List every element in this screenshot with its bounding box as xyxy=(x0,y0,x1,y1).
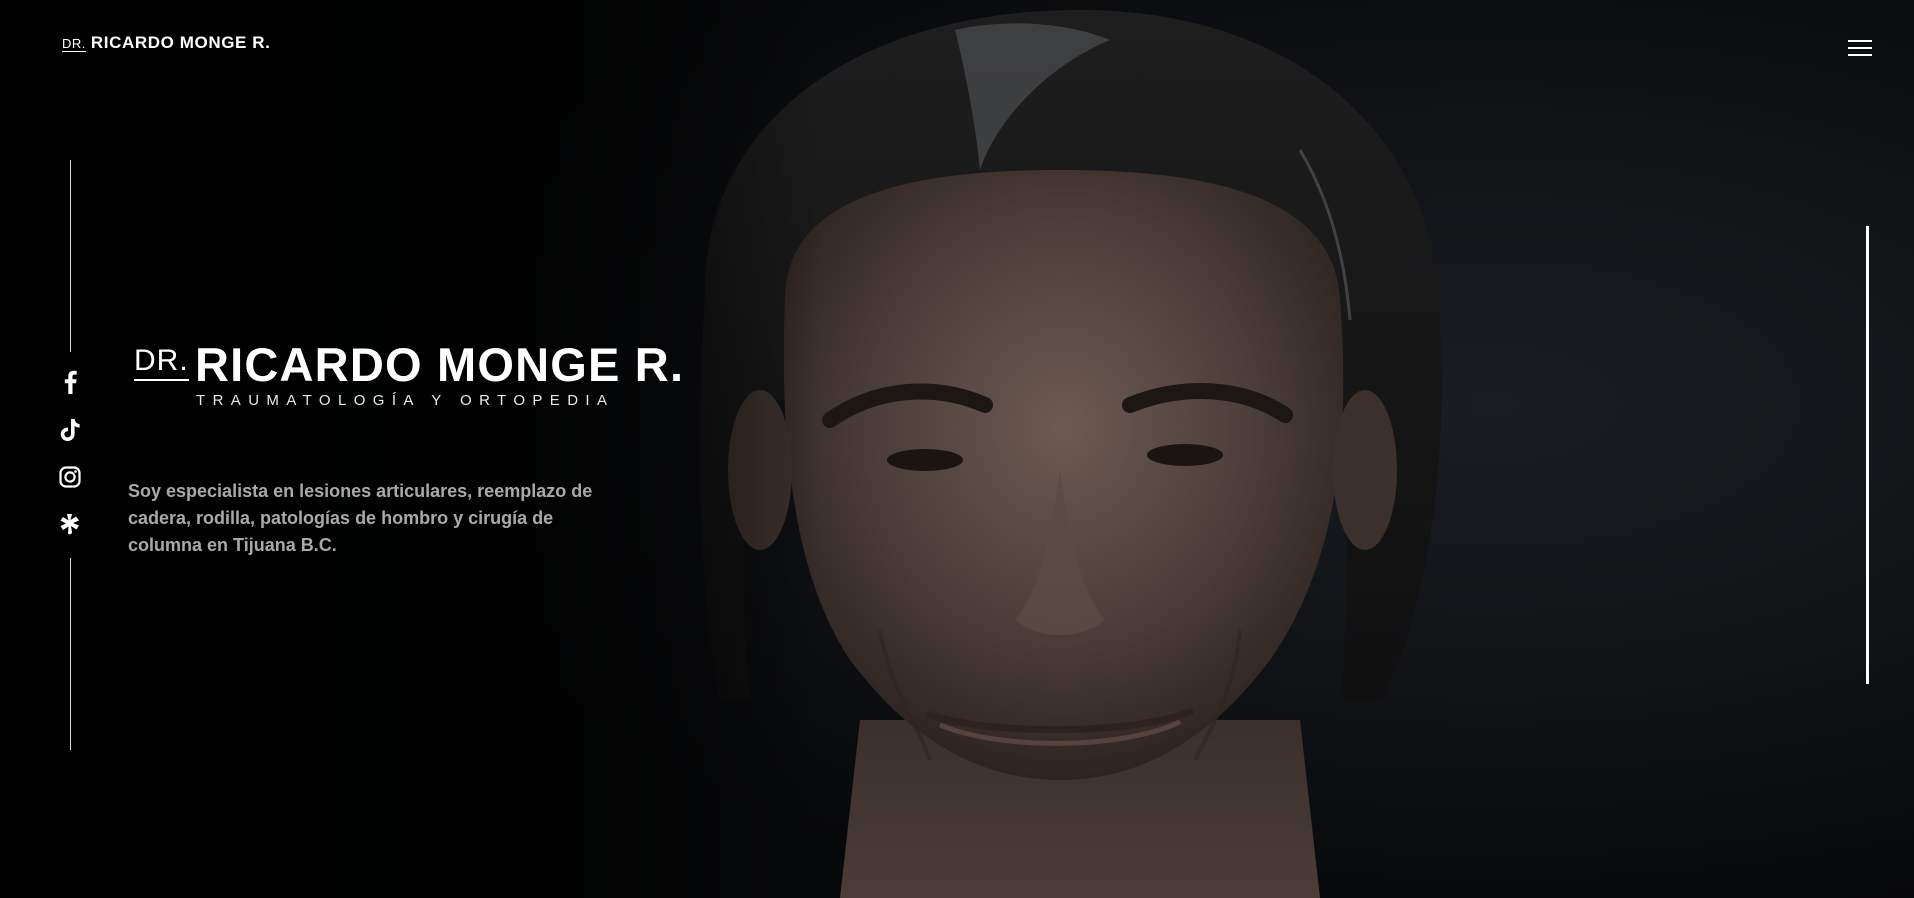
hero-intro-text: Soy especialista en lesiones articulares… xyxy=(128,481,593,555)
instagram-icon xyxy=(59,466,81,488)
header-logo[interactable]: DR. RICARDO MONGE R. xyxy=(62,34,271,52)
hero-title-name: RICARDO MONGE R. xyxy=(195,338,685,391)
tiktok-icon xyxy=(60,419,80,441)
doctoralia-link[interactable] xyxy=(56,510,84,538)
hamburger-icon xyxy=(1848,40,1872,42)
facebook-link[interactable] xyxy=(56,368,84,396)
hamburger-icon-line xyxy=(1848,47,1872,49)
doctoralia-icon xyxy=(60,514,79,535)
header-logo-name: RICARDO MONGE R. xyxy=(90,33,271,52)
facebook-icon xyxy=(64,370,77,394)
scroll-progress-line xyxy=(1866,226,1869,684)
tiktok-link[interactable] xyxy=(56,416,84,444)
hero-section: DR. RICARDO MONGE R. DR. RICARDO MONGE R… xyxy=(0,0,1914,898)
hero-title: DR. RICARDO MONGE R. TRAUMATOLOGÍA Y ORT… xyxy=(134,340,683,420)
hero-specialty: TRAUMATOLOGÍA Y ORTOPEDIA xyxy=(196,392,615,409)
hero-title-prefix: DR. xyxy=(134,346,189,381)
social-rail-bottom-line xyxy=(70,558,71,750)
hamburger-icon-line xyxy=(1848,54,1872,56)
menu-button[interactable] xyxy=(1848,40,1872,58)
header-logo-prefix: DR. xyxy=(62,36,86,52)
social-rail-top-line xyxy=(70,160,71,352)
instagram-link[interactable] xyxy=(56,463,84,491)
left-gradient-overlay xyxy=(0,0,820,898)
